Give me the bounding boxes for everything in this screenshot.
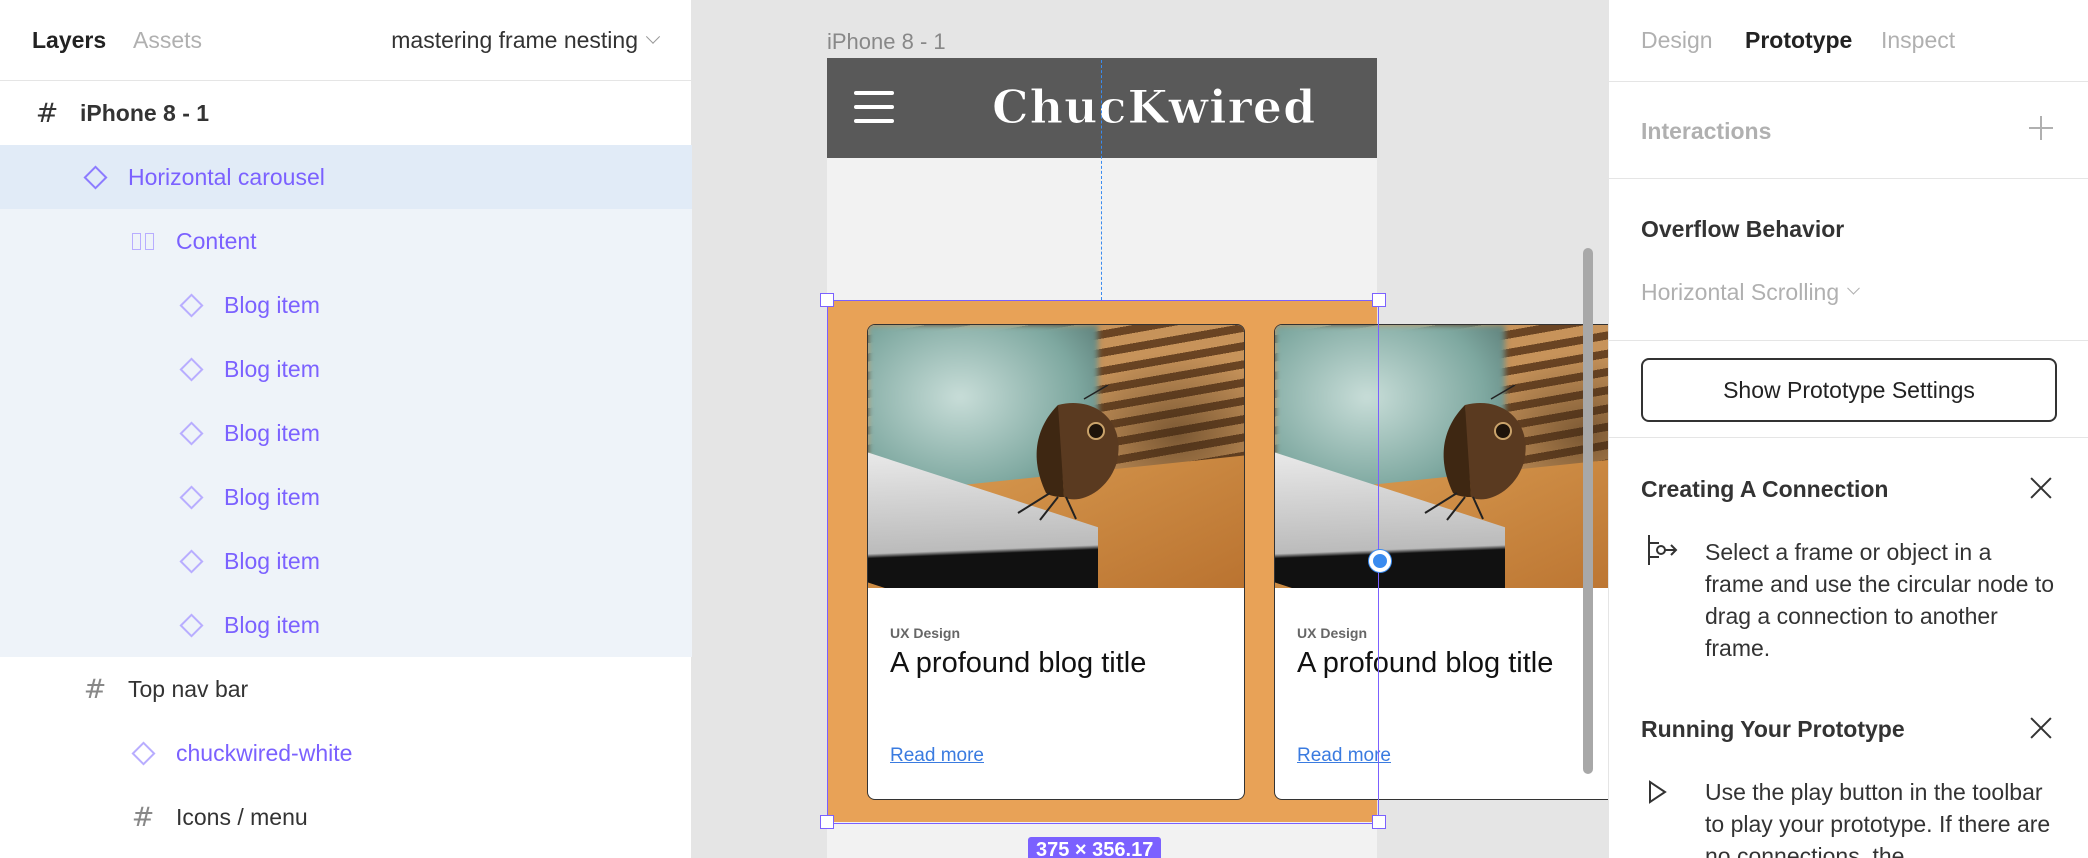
running-prototype-title: Running Your Prototype xyxy=(1641,716,1905,742)
properties-panel: Design Prototype Inspect Interactions Ov… xyxy=(1608,0,2088,858)
resize-handle-top-left[interactable] xyxy=(820,293,834,307)
creating-connection-title: Creating A Connection xyxy=(1641,476,1889,502)
dimension-badge: 375 × 356.17 xyxy=(1028,837,1162,858)
layer-label: Blog item xyxy=(224,419,320,446)
layer-row-content[interactable]: Content xyxy=(0,209,692,273)
chuckwired-logo[interactable]: ChucKwired xyxy=(991,80,1316,135)
running-prototype-text: Use the play button in the toolbar to pl… xyxy=(1705,779,2051,858)
prototype-connection-node[interactable] xyxy=(1369,550,1391,572)
butterfly-image xyxy=(1424,385,1526,521)
creating-connection-text: Select a frame or object in a frame and … xyxy=(1705,539,2055,661)
column-layout-icon xyxy=(130,228,156,254)
blog-card[interactable]: UX Design A profound blog title Read mor… xyxy=(867,324,1245,800)
divider xyxy=(1609,437,2088,438)
card-category: UX Design xyxy=(1297,625,1368,641)
butterfly-image xyxy=(1017,385,1119,521)
layer-row-blog-item[interactable]: Blog item xyxy=(0,337,692,401)
show-prototype-settings-button[interactable]: Show Prototype Settings xyxy=(1641,358,2057,422)
card-title: A profound blog title xyxy=(1297,647,1554,679)
layer-label: chuckwired-white xyxy=(176,739,353,766)
resize-handle-top-right[interactable] xyxy=(1372,293,1386,307)
chevron-down-icon xyxy=(645,29,661,44)
frame-icon: # xyxy=(35,97,59,129)
layer-label: iPhone 8 - 1 xyxy=(80,99,210,126)
menu-icon[interactable] xyxy=(854,91,894,123)
layers-panel-header: Layers Assets mastering frame nesting xyxy=(0,0,692,81)
butterfly-photo xyxy=(1275,325,1608,588)
divider xyxy=(1609,178,2088,179)
resize-handle-bottom-left[interactable] xyxy=(820,815,834,829)
layer-row-icons-menu[interactable]: # Icons / menu xyxy=(0,785,692,849)
component-instance-icon xyxy=(178,612,204,638)
component-instance-icon xyxy=(82,164,108,190)
horizontal-carousel[interactable]: UX Design A profound blog title Read mor… xyxy=(827,300,1608,822)
layer-label: Icons / menu xyxy=(176,803,308,830)
layer-row-chuckwired-white[interactable]: chuckwired-white xyxy=(0,721,692,785)
card-category: UX Design xyxy=(890,625,961,641)
tab-assets[interactable]: Assets xyxy=(133,27,202,54)
layer-row-top-nav-bar[interactable]: # Top nav bar xyxy=(0,657,692,721)
frame-icon: # xyxy=(131,801,155,833)
play-icon xyxy=(1649,780,1667,804)
tab-design[interactable]: Design xyxy=(1641,27,1713,54)
layer-row-blog-item[interactable]: Blog item xyxy=(0,273,692,337)
component-instance-icon xyxy=(178,420,204,446)
design-canvas[interactable]: iPhone 8 - 1 ChucKwired UX Design A prof… xyxy=(692,0,1608,858)
layers-panel: Layers Assets mastering frame nesting # … xyxy=(0,0,692,858)
top-nav-bar[interactable]: ChucKwired xyxy=(827,58,1377,158)
layer-label: Horizontal carousel xyxy=(128,163,325,190)
resize-handle-bottom-right[interactable] xyxy=(1372,815,1386,829)
component-instance-icon xyxy=(130,740,156,766)
read-more-link[interactable]: Read more xyxy=(1297,745,1391,767)
layer-row-blog-item[interactable]: Blog item xyxy=(0,529,692,593)
frame-label[interactable]: iPhone 8 - 1 xyxy=(827,29,946,55)
close-icon[interactable] xyxy=(2029,716,2053,740)
page-name: mastering frame nesting xyxy=(391,27,638,53)
page-selector[interactable]: mastering frame nesting xyxy=(391,27,661,54)
chevron-down-icon xyxy=(1847,281,1861,295)
alignment-guide xyxy=(1101,60,1102,300)
layer-row-blog-item[interactable]: Blog item xyxy=(0,465,692,529)
layer-row-blog-item[interactable]: Blog item xyxy=(0,401,692,465)
layer-label: Blog item xyxy=(224,611,320,638)
layer-row-blog-item[interactable]: Blog item xyxy=(0,593,692,657)
layer-label: Blog item xyxy=(224,547,320,574)
connection-icon xyxy=(1648,535,1678,565)
interactions-label: Interactions xyxy=(1641,118,1772,144)
layer-label: Blog item xyxy=(224,355,320,382)
card-title: A profound blog title xyxy=(890,647,1147,679)
component-instance-icon xyxy=(178,292,204,318)
layer-row-horizontal-carousel[interactable]: Horizontal carousel xyxy=(0,145,692,209)
tab-prototype[interactable]: Prototype xyxy=(1745,27,1852,54)
component-instance-icon xyxy=(178,548,204,574)
divider xyxy=(1609,81,2088,82)
overflow-behavior-select[interactable]: Horizontal Scrolling xyxy=(1641,279,1861,306)
read-more-link[interactable]: Read more xyxy=(890,745,984,767)
tab-layers[interactable]: Layers xyxy=(32,27,106,54)
layer-label: Blog item xyxy=(224,483,320,510)
overflow-behavior-title: Overflow Behavior xyxy=(1641,216,1845,242)
close-icon[interactable] xyxy=(2029,476,2053,500)
add-interaction-icon[interactable] xyxy=(2029,116,2053,140)
blog-card[interactable]: UX Design A profound blog title Read mor… xyxy=(1274,324,1608,800)
component-instance-icon xyxy=(178,484,204,510)
frame-icon: # xyxy=(83,673,107,705)
component-instance-icon xyxy=(178,356,204,382)
layer-row-iphone-frame[interactable]: # iPhone 8 - 1 xyxy=(0,81,692,145)
divider xyxy=(1609,340,2088,341)
layer-label: Blog item xyxy=(224,291,320,318)
tab-inspect[interactable]: Inspect xyxy=(1881,27,1955,54)
layer-label: Top nav bar xyxy=(128,675,249,702)
butterfly-photo xyxy=(868,325,1244,588)
layer-label: Content xyxy=(176,227,257,254)
overflow-behavior-value: Horizontal Scrolling xyxy=(1641,279,1840,305)
canvas-scrollbar[interactable] xyxy=(1583,248,1593,774)
